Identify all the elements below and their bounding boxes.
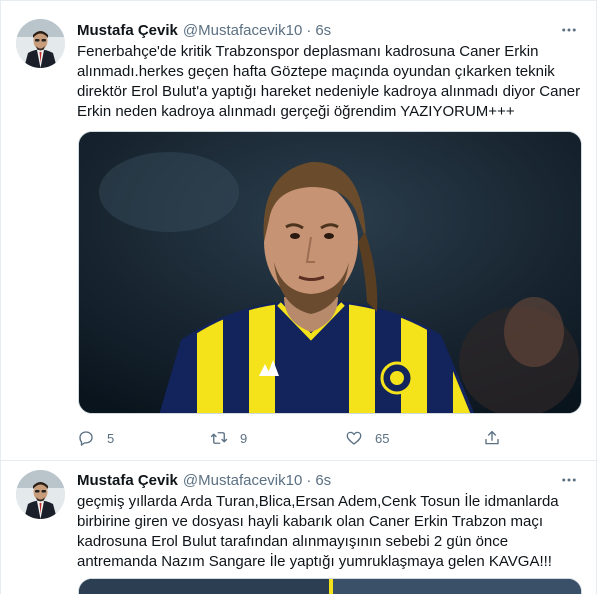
tweet-text: geçmiş yıllarda Arda Turan,Blica,Ersan A… xyxy=(77,493,559,570)
timestamp[interactable]: 6s xyxy=(315,472,331,489)
like-count: 65 xyxy=(375,430,390,446)
tweet[interactable]: Mustafa Çevik @Mustafacevik10 · 6s Fener… xyxy=(1,0,597,461)
more-icon[interactable] xyxy=(557,470,581,490)
timestamp[interactable]: 6s xyxy=(315,22,331,39)
timeline: Mustafa Çevik @Mustafacevik10 · 6s Fener… xyxy=(0,0,597,594)
share-button[interactable] xyxy=(483,426,513,450)
reply-icon xyxy=(79,431,93,446)
separator-dot: · xyxy=(306,21,312,39)
reply-button[interactable]: 5 xyxy=(77,426,114,450)
avatar[interactable] xyxy=(16,19,65,68)
author-handle[interactable]: @Mustafacevik10 xyxy=(183,22,302,39)
more-icon[interactable] xyxy=(557,20,581,40)
tweet-header: Mustafa Çevik @Mustafacevik10 · 6s xyxy=(77,470,331,490)
reply-count: 5 xyxy=(107,430,115,446)
tweet-photo[interactable] xyxy=(78,131,582,414)
author-handle[interactable]: @Mustafacevik10 xyxy=(183,472,302,489)
tweet-photo[interactable] xyxy=(78,578,582,594)
like-icon xyxy=(346,431,362,445)
tweet-actions: 5 9 65 xyxy=(77,426,507,450)
author-name[interactable]: Mustafa Çevik xyxy=(77,22,178,39)
separator-dot: · xyxy=(306,471,312,489)
retweet-icon xyxy=(210,432,228,444)
share-icon xyxy=(485,430,499,445)
tweet[interactable]: Mustafa Çevik @Mustafacevik10 · 6s geçmi… xyxy=(1,461,597,594)
avatar[interactable] xyxy=(16,470,65,519)
like-button[interactable]: 65 xyxy=(345,426,389,450)
author-name[interactable]: Mustafa Çevik xyxy=(77,472,178,489)
retweet-button[interactable]: 9 xyxy=(210,426,247,450)
retweet-count: 9 xyxy=(240,430,248,446)
tweet-text: Fenerbahçe'de kritik Trabzonspor deplasm… xyxy=(77,43,581,120)
tweet-header: Mustafa Çevik @Mustafacevik10 · 6s xyxy=(77,20,331,40)
